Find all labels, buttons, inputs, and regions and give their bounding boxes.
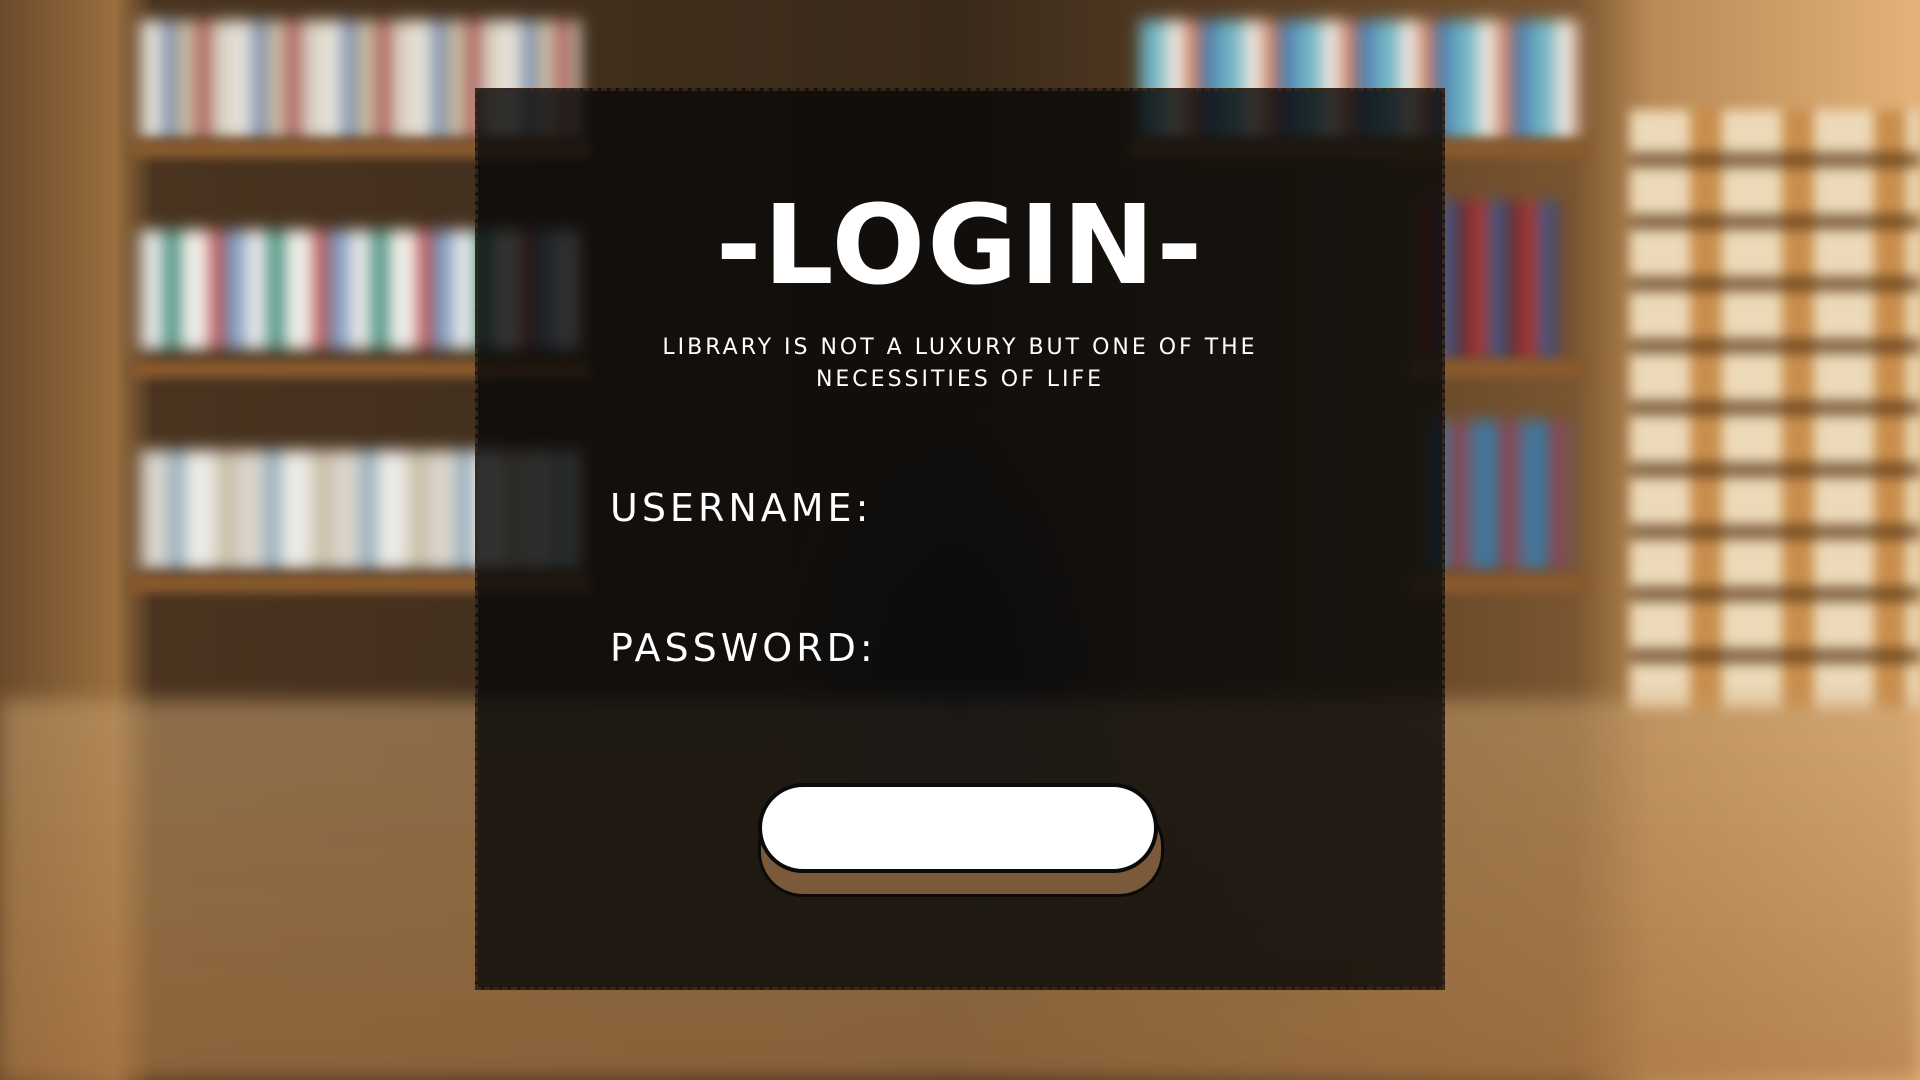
page-subtitle: LIBRARY IS NOT A LUXURY BUT ONE OF THE N… bbox=[0, 332, 1920, 396]
login-button-group bbox=[758, 783, 1164, 897]
password-label: PASSWORD: bbox=[610, 626, 877, 670]
page-title: -LOGIN- bbox=[715, 181, 1205, 309]
login-button[interactable] bbox=[758, 783, 1158, 873]
username-field[interactable] bbox=[900, 487, 1384, 539]
password-field[interactable] bbox=[900, 627, 1384, 679]
username-label: USERNAME: bbox=[610, 486, 873, 530]
subtitle-line: LIBRARY IS NOT A LUXURY BUT ONE OF THE bbox=[662, 335, 1258, 360]
bookshelf-books bbox=[1430, 420, 1570, 570]
subtitle-line: NECESSITIES OF LIFE bbox=[815, 367, 1105, 392]
